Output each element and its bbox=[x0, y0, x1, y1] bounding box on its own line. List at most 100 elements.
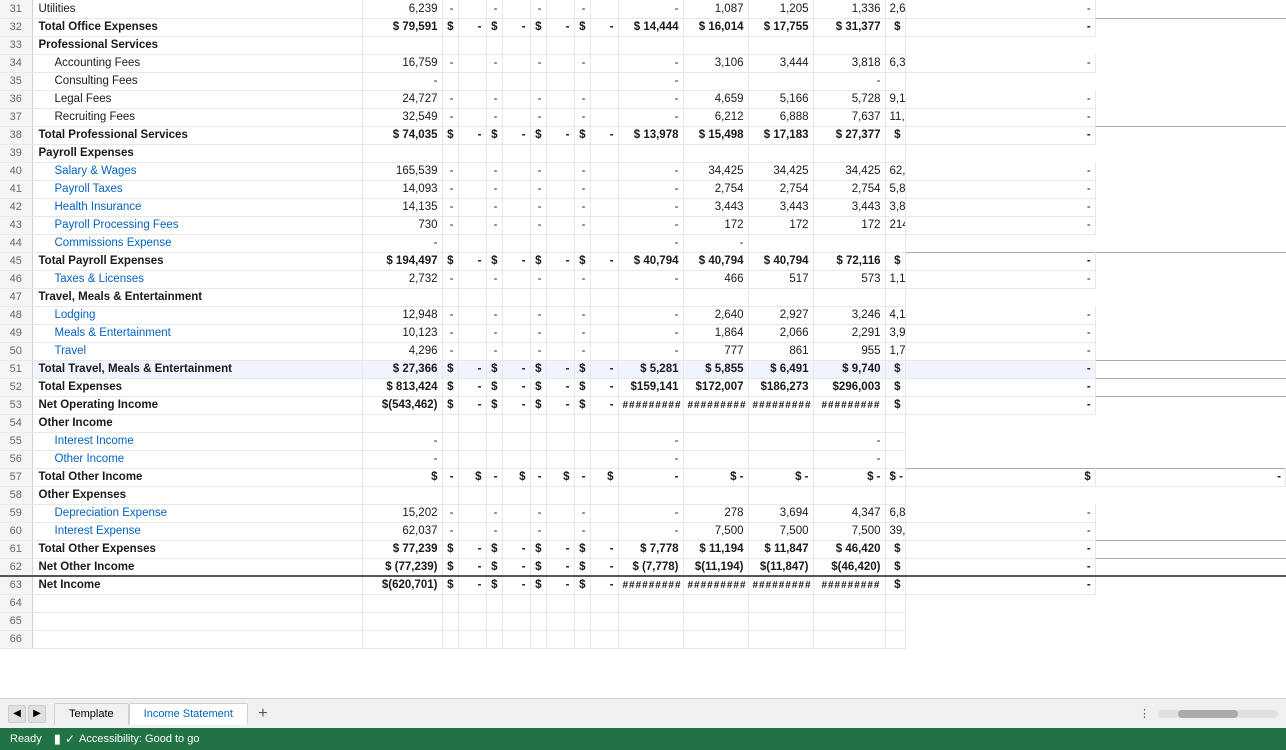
cell-value[interactable]: - bbox=[574, 198, 590, 216]
cell-value[interactable]: - bbox=[590, 396, 618, 414]
cell-value[interactable] bbox=[458, 0, 486, 18]
cell-value[interactable] bbox=[546, 144, 574, 162]
cell-value[interactable]: - bbox=[905, 504, 1095, 522]
cell-value[interactable]: $ bbox=[530, 540, 546, 558]
cell-description[interactable]: Travel bbox=[32, 342, 362, 360]
cell-value[interactable]: - bbox=[905, 180, 1095, 198]
cell-value[interactable] bbox=[530, 612, 546, 630]
cell-value[interactable]: 1,336 bbox=[813, 0, 885, 18]
cell-value[interactable]: - bbox=[530, 216, 546, 234]
cell-value[interactable]: $ bbox=[486, 396, 502, 414]
cell-value[interactable]: $ bbox=[574, 540, 590, 558]
cell-value[interactable]: $ 813,424 bbox=[362, 378, 442, 396]
cell-value[interactable]: $ - bbox=[813, 468, 885, 486]
cell-value[interactable] bbox=[502, 234, 530, 252]
cell-value[interactable] bbox=[442, 72, 458, 90]
cell-value[interactable] bbox=[458, 342, 486, 360]
cell-value[interactable] bbox=[590, 180, 618, 198]
cell-value[interactable]: 34,425 bbox=[813, 162, 885, 180]
cell-value[interactable]: - bbox=[905, 18, 1095, 36]
cell-description[interactable]: Depreciation Expense bbox=[32, 504, 362, 522]
cell-value[interactable]: 3,443 bbox=[813, 198, 885, 216]
cell-value[interactable] bbox=[502, 432, 530, 450]
cell-value[interactable] bbox=[362, 288, 442, 306]
cell-value[interactable]: - bbox=[905, 396, 1095, 414]
cell-value[interactable]: - bbox=[618, 306, 683, 324]
cell-value[interactable]: - bbox=[618, 522, 683, 540]
cell-value[interactable]: - bbox=[502, 360, 530, 378]
cell-value[interactable]: $ 11,847 bbox=[748, 540, 813, 558]
cell-value[interactable]: - bbox=[362, 450, 442, 468]
cell-value[interactable] bbox=[530, 36, 546, 54]
cell-value[interactable] bbox=[618, 36, 683, 54]
cell-value[interactable] bbox=[546, 486, 574, 504]
cell-value[interactable]: - bbox=[590, 576, 618, 594]
cell-value[interactable] bbox=[486, 486, 502, 504]
cell-value[interactable] bbox=[486, 234, 502, 252]
cell-value[interactable] bbox=[813, 234, 885, 252]
cell-value[interactable]: $ 31,377 bbox=[813, 18, 885, 36]
options-icon[interactable]: ⋮ bbox=[1139, 707, 1150, 720]
cell-value[interactable] bbox=[458, 270, 486, 288]
cell-value[interactable] bbox=[590, 108, 618, 126]
cell-value[interactable]: 2,732 bbox=[362, 270, 442, 288]
cell-value[interactable] bbox=[590, 198, 618, 216]
cell-value[interactable]: 1,087 bbox=[683, 0, 748, 18]
cell-description[interactable]: Interest Income bbox=[32, 432, 362, 450]
cell-value[interactable] bbox=[590, 216, 618, 234]
cell-value[interactable]: $ bbox=[530, 396, 546, 414]
cell-value[interactable]: - bbox=[590, 252, 618, 270]
nav-right-icon[interactable]: ▶ bbox=[28, 705, 46, 723]
cell-value[interactable] bbox=[546, 612, 574, 630]
cell-value[interactable]: 3,807 bbox=[885, 198, 905, 216]
cell-value[interactable] bbox=[458, 612, 486, 630]
cell-value[interactable]: 5,831 bbox=[885, 180, 905, 198]
cell-value[interactable] bbox=[546, 0, 574, 18]
cell-value[interactable]: - bbox=[905, 270, 1095, 288]
cell-value[interactable] bbox=[574, 234, 590, 252]
cell-value[interactable]: 1,704 bbox=[885, 342, 905, 360]
cell-value[interactable] bbox=[683, 432, 748, 450]
cell-value[interactable]: - bbox=[502, 252, 530, 270]
cell-value[interactable]: - bbox=[905, 90, 1095, 108]
cell-value[interactable] bbox=[546, 36, 574, 54]
cell-value[interactable]: $ 13,978 bbox=[618, 126, 683, 144]
cell-value[interactable] bbox=[590, 594, 618, 612]
cell-value[interactable]: - bbox=[905, 162, 1095, 180]
cell-value[interactable] bbox=[546, 306, 574, 324]
cell-value[interactable] bbox=[546, 414, 574, 432]
cell-value[interactable]: 7,500 bbox=[813, 522, 885, 540]
cell-value[interactable] bbox=[546, 72, 574, 90]
cell-value[interactable]: - bbox=[458, 576, 486, 594]
cell-value[interactable]: 3,106 bbox=[683, 54, 748, 72]
cell-value[interactable]: $ bbox=[530, 576, 546, 594]
cell-description[interactable]: Other Income bbox=[32, 450, 362, 468]
cell-value[interactable]: $ bbox=[574, 558, 590, 576]
cell-value[interactable] bbox=[748, 432, 813, 450]
cell-value[interactable]: - bbox=[530, 270, 546, 288]
cell-value[interactable]: 3,818 bbox=[813, 54, 885, 72]
cell-value[interactable] bbox=[502, 36, 530, 54]
cell-value[interactable] bbox=[530, 234, 546, 252]
cell-value[interactable]: - bbox=[618, 162, 683, 180]
cell-value[interactable] bbox=[683, 594, 748, 612]
cell-value[interactable] bbox=[530, 630, 546, 648]
cell-value[interactable]: 6,390 bbox=[885, 54, 905, 72]
cell-value[interactable]: - bbox=[574, 108, 590, 126]
cell-value[interactable] bbox=[502, 486, 530, 504]
cell-value[interactable] bbox=[683, 288, 748, 306]
cell-value[interactable] bbox=[590, 324, 618, 342]
cell-value[interactable]: - bbox=[905, 522, 1095, 540]
cell-value[interactable] bbox=[362, 144, 442, 162]
cell-value[interactable] bbox=[458, 180, 486, 198]
cell-value[interactable]: - bbox=[546, 396, 574, 414]
cell-value[interactable]: 172 bbox=[748, 216, 813, 234]
cell-value[interactable] bbox=[530, 594, 546, 612]
cell-value[interactable]: 3,246 bbox=[813, 306, 885, 324]
cell-value[interactable]: 62,037 bbox=[362, 522, 442, 540]
cell-value[interactable]: ######### bbox=[748, 396, 813, 414]
cell-value[interactable]: $ 6,491 bbox=[748, 360, 813, 378]
cell-value[interactable]: $ bbox=[885, 396, 905, 414]
cell-value[interactable] bbox=[813, 630, 885, 648]
cell-value[interactable]: $ bbox=[530, 378, 546, 396]
